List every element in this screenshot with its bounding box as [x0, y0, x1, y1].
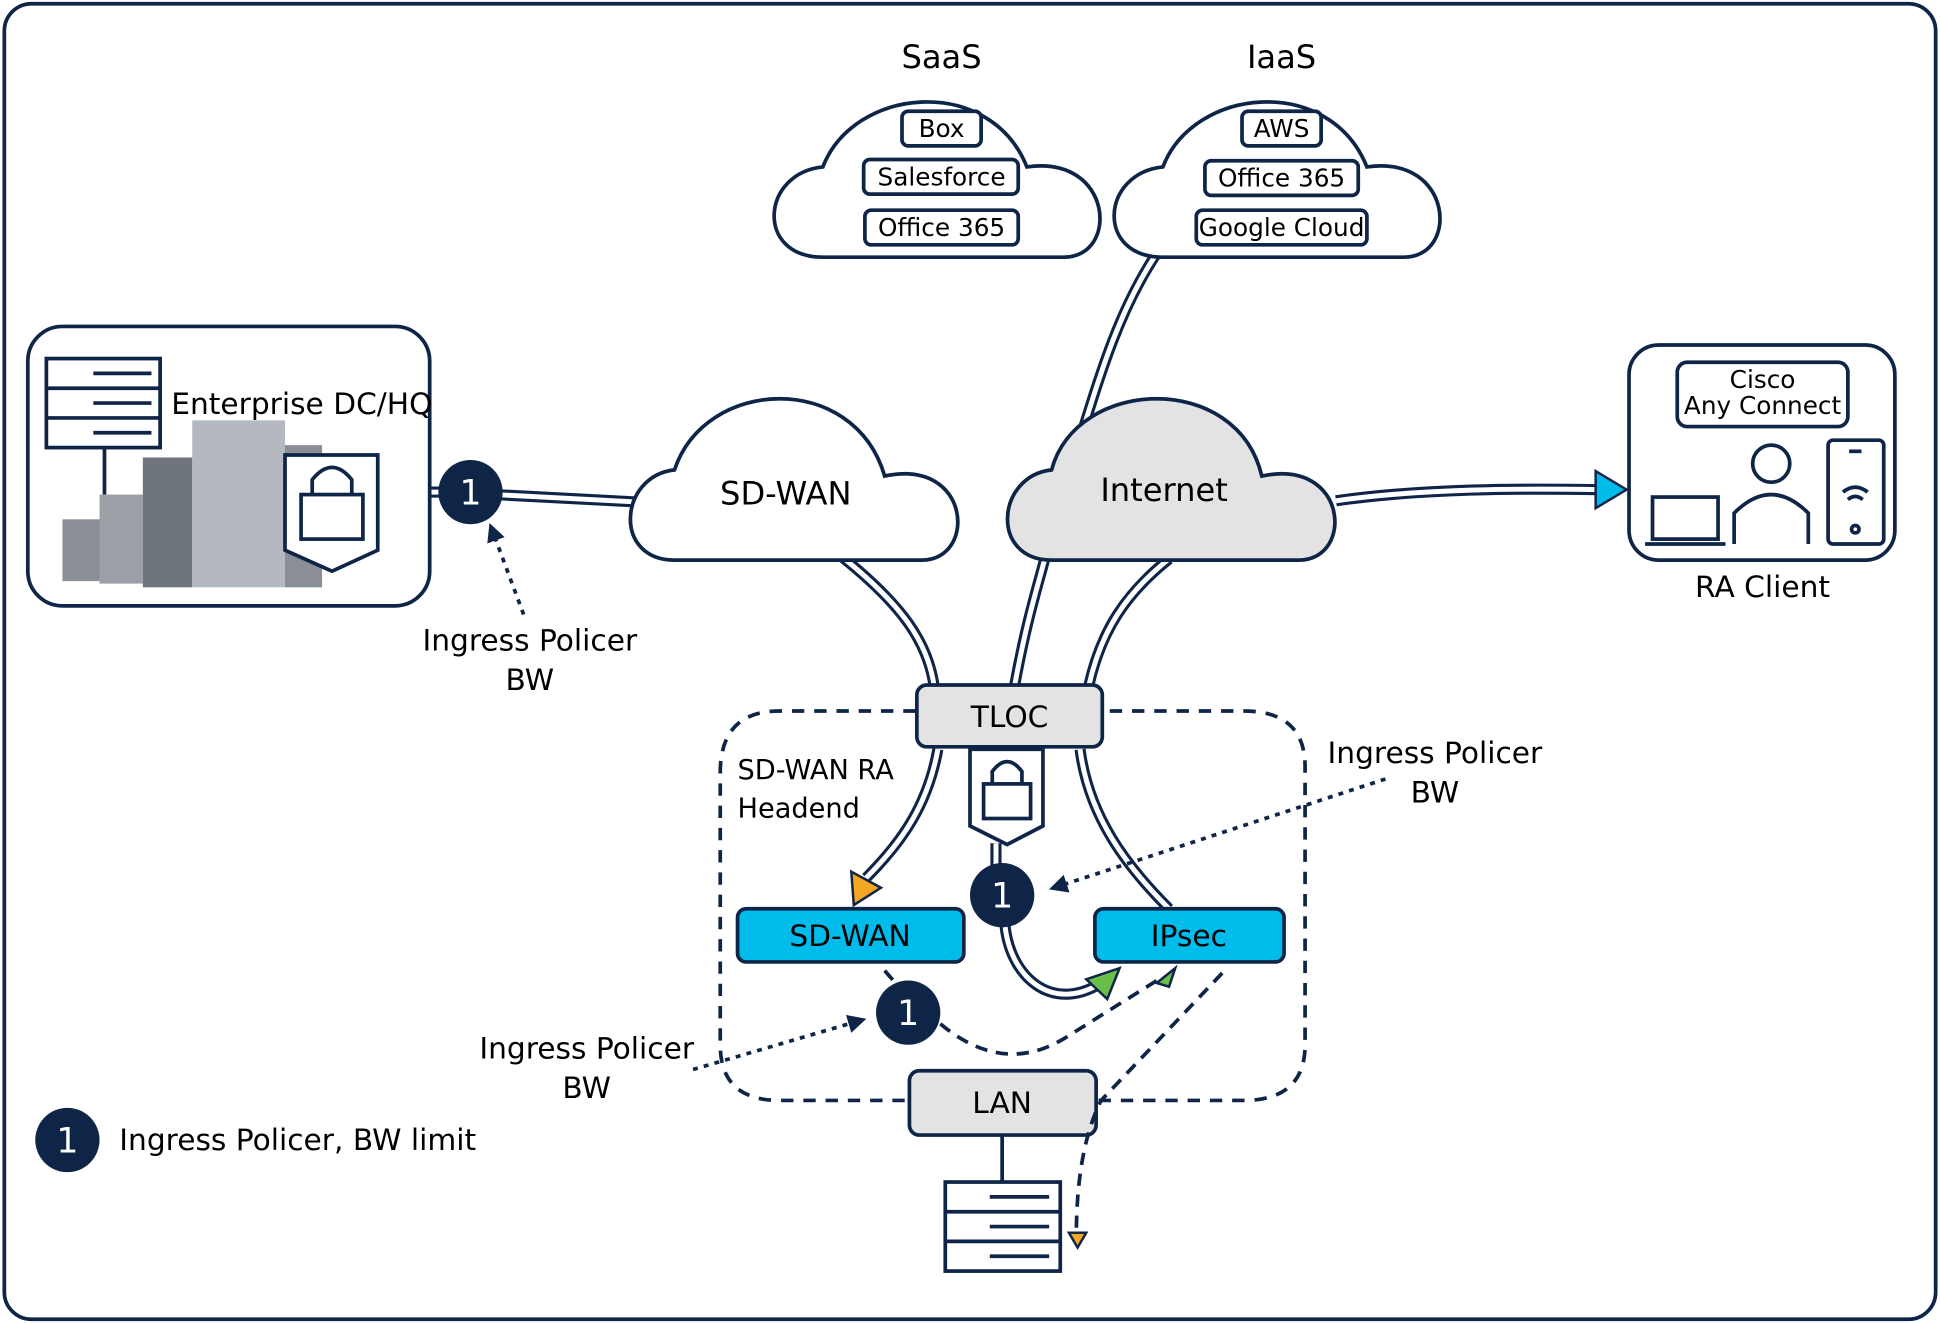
policer-label-line2: BW	[562, 1070, 611, 1105]
lan-server-icon	[943, 1180, 1063, 1273]
svg-text:LAN: LAN	[972, 1085, 1032, 1120]
policer-label-line2: BW	[506, 662, 555, 697]
iaas-item: Office 365	[1218, 164, 1345, 193]
tloc-box: TLOC	[914, 683, 1105, 749]
ipsec-box: IPsec	[1093, 906, 1286, 964]
lock-shield-icon	[968, 747, 1045, 847]
enterprise-dc: Enterprise DC/HQ	[25, 324, 432, 608]
svg-text:SD-WAN: SD-WAN	[789, 918, 910, 953]
iaas-item: AWS	[1254, 114, 1310, 143]
enterprise-label: Enterprise DC/HQ	[171, 386, 432, 421]
sdwan-ra-diagram: SaaS Box Salesforce Office 365 IaaS AWS …	[2, 1, 1938, 1322]
policer-label-line1: Ingress Policer	[422, 622, 637, 657]
saas-item: Office 365	[878, 213, 1005, 242]
policer-label-line2: BW	[1411, 774, 1460, 809]
svg-text:IPsec: IPsec	[1151, 918, 1227, 953]
saas-item: Salesforce	[878, 162, 1006, 191]
policer-label-line1: Ingress Policer	[479, 1030, 694, 1065]
headend-label-line2: Headend	[738, 793, 860, 824]
sdwan-box: SD-WAN	[735, 906, 966, 964]
saas-title: SaaS	[901, 38, 981, 76]
lan-box: LAN	[907, 1068, 1098, 1137]
policer-badge-enterprise: 1	[438, 459, 503, 525]
policer-badge-sdwan: 1	[876, 980, 941, 1045]
sdwan-cloud-label: SD-WAN	[720, 474, 851, 512]
ra-client-label: RA Client	[1695, 569, 1830, 604]
iaas-item: Google Cloud	[1199, 213, 1365, 242]
saas-item: Box	[919, 114, 965, 143]
lock-shield-icon	[283, 453, 380, 574]
legend-text: Ingress Policer, BW limit	[119, 1122, 476, 1157]
anyconnect-line1: Cisco	[1730, 365, 1796, 394]
anyconnect-line2: Any Connect	[1684, 391, 1842, 420]
policer-badge-ipsec: 1	[970, 863, 1035, 928]
svg-text:1: 1	[459, 473, 481, 513]
svg-text:1: 1	[897, 994, 919, 1034]
internet-cloud-label: Internet	[1100, 471, 1228, 509]
policer-label-line1: Ingress Policer	[1328, 735, 1543, 770]
iaas-title: IaaS	[1247, 38, 1316, 76]
legend-badge: 1	[56, 1121, 78, 1161]
headend-label-line1: SD-WAN RA	[738, 755, 895, 786]
svg-text:TLOC: TLOC	[970, 699, 1049, 734]
svg-text:1: 1	[991, 877, 1013, 917]
